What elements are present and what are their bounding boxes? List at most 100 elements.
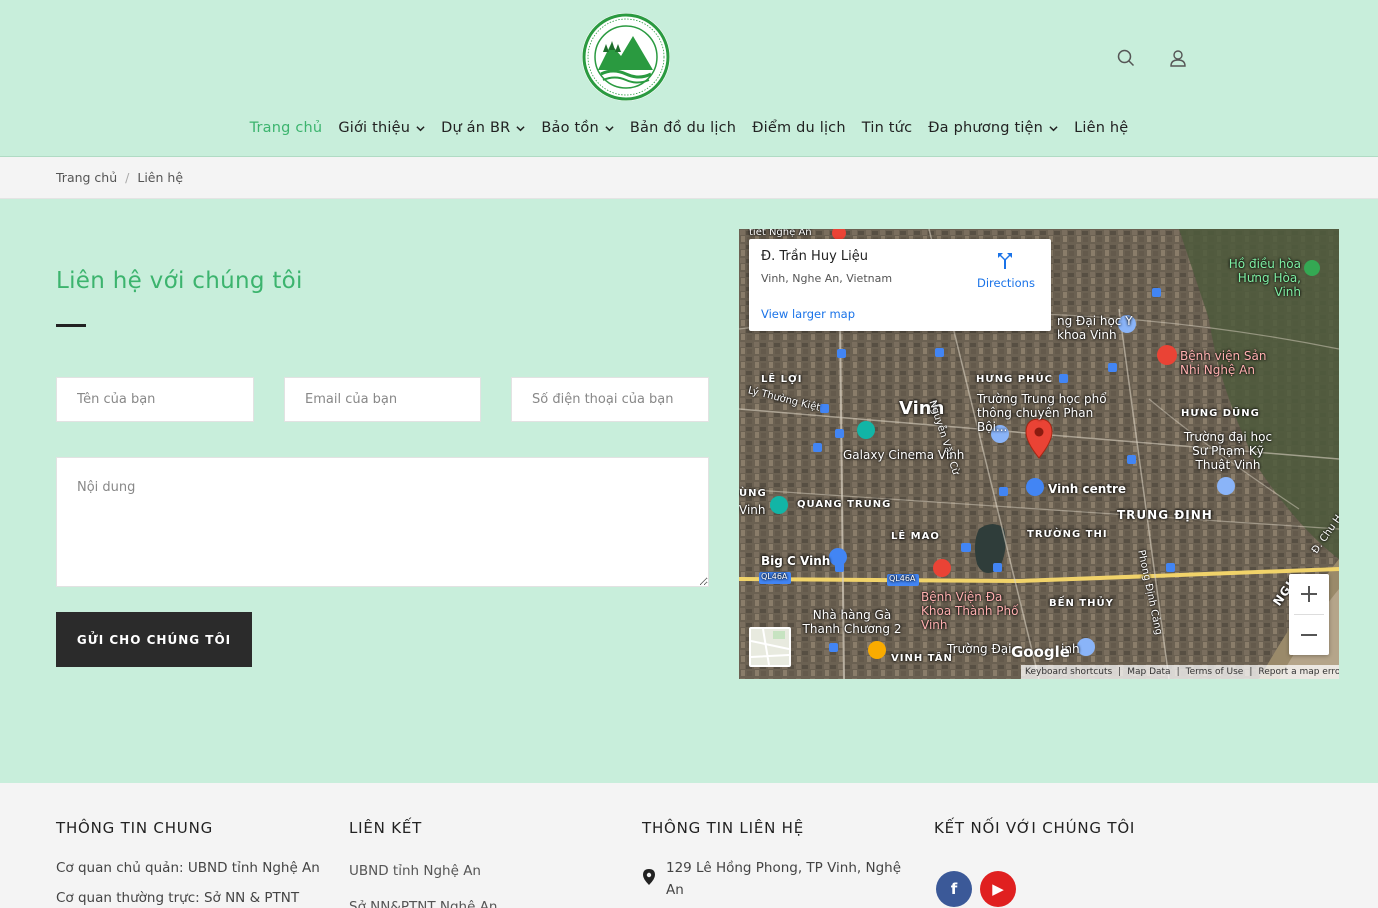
nav-item-label: Dự án BR	[441, 120, 511, 136]
youtube-icon[interactable]: ▶	[980, 871, 1016, 907]
map-attribution-bar: Keyboard shortcuts | Map Data | Terms of Use…	[1021, 665, 1339, 679]
footer-governing-body: Cơ quan chủ quản: UBND tỉnh Nghệ An	[56, 860, 320, 876]
zoom-in-button[interactable]	[1289, 574, 1329, 614]
footer-link-ubnd[interactable]: UBND tỉnh Nghệ An	[349, 863, 481, 879]
directions-icon[interactable]	[995, 251, 1015, 271]
nav-item-label: Trang chủ	[249, 120, 323, 136]
map-label-le-mao: LÊ MAO	[891, 531, 940, 542]
map-label-ql46a-left: QL46A	[761, 572, 788, 581]
chevron-down-icon	[1049, 125, 1058, 131]
nav-item-7[interactable]: Đa phương tiện	[920, 112, 1066, 144]
map-label-vinh-left: Vinh	[739, 503, 766, 517]
nav-item-0[interactable]: Trang chủ	[242, 112, 331, 144]
map-label-bv-san-nhi: Bệnh viện Sản Nhi Nghệ An	[1180, 349, 1267, 377]
nav-item-4[interactable]: Bản đồ du lịch	[622, 112, 744, 144]
account-button[interactable]	[1156, 36, 1200, 80]
nav-item-label: Liên hệ	[1074, 120, 1129, 136]
nav-item-label: Giới thiệu	[338, 120, 411, 136]
map-label-nha-hang: Nhà hàng Gà Thanh Chương 2	[802, 608, 902, 636]
submit-button[interactable]: GỬI CHO CHÚNG TÔI	[56, 612, 252, 667]
attribution-separator: |	[1176, 667, 1180, 677]
breadcrumb: Trang chủ / Liên hệ	[56, 170, 183, 185]
nav-item-label: Bảo tồn	[541, 120, 599, 136]
site-logo[interactable]	[581, 12, 671, 102]
footer-connect-title: KẾT NỐI VỚI CHÚNG TÔI	[934, 819, 1136, 837]
footer-contact-title: THÔNG TIN LIÊN HỆ	[642, 819, 805, 837]
nav-item-2[interactable]: Dự án BR	[433, 112, 533, 144]
nav-item-1[interactable]: Giới thiệu	[330, 112, 433, 144]
map-type-toggle[interactable]	[749, 627, 791, 667]
breadcrumb-separator: /	[125, 170, 130, 185]
message-textarea[interactable]	[56, 457, 709, 587]
map-embed[interactable]: tiết Nghệ An Hồ điều hòa Hưng Hòa, Vinh …	[739, 229, 1339, 679]
map-attribution-link[interactable]: Keyboard shortcuts	[1025, 667, 1112, 677]
header-actions	[1104, 36, 1200, 80]
map-label-hung-phuc: HƯNG PHÚC	[976, 374, 1053, 385]
google-logo: Google	[1011, 643, 1070, 661]
footer-standing-body: Cơ quan thường trực: Sở NN & PTNT	[56, 890, 300, 906]
site-header: Trang chủ Giới thiệu Dự án BR Bảo tồn Bản đồ…	[0, 0, 1378, 157]
map-label-ung: ÙNG	[739, 488, 767, 499]
map-attribution-link[interactable]: Report a map error	[1258, 667, 1339, 677]
chevron-down-icon	[605, 125, 614, 131]
map-label-top: tiết Nghệ An	[749, 229, 812, 238]
nav-item-3[interactable]: Bảo tồn	[533, 112, 621, 144]
footer-link-so-nn[interactable]: Sở NN&PTNT Nghệ An	[349, 899, 497, 908]
map-label-trung-dinh: TRUNG ĐỊNH	[1117, 508, 1213, 522]
phone-input[interactable]	[511, 377, 709, 422]
map-label-ql46a-right: QL46A	[889, 574, 916, 583]
map-label-bv-da-khoa: Bệnh Viện Đa Khoa Thành Phố Vinh	[921, 590, 1019, 632]
map-label-dh-ykhoa: ng Đại học Y khoa Vinh	[1057, 314, 1133, 342]
directions-link[interactable]: Directions	[977, 276, 1035, 290]
breadcrumb-current: Liên hệ	[137, 170, 184, 185]
map-label-quang-trung: QUANG TRUNG	[797, 499, 892, 510]
site-footer: THÔNG TIN CHUNG Cơ quan chủ quản: UBND t…	[0, 783, 1378, 908]
name-input[interactable]	[56, 377, 254, 422]
zoom-out-button[interactable]	[1289, 615, 1329, 655]
nav-item-8[interactable]: Liên hệ	[1066, 112, 1136, 144]
map-thumbnail-icon	[750, 628, 790, 666]
breadcrumb-bar: Trang chủ / Liên hệ	[0, 157, 1378, 199]
map-label-galaxy-cinema: Galaxy Cinema Vinh	[843, 448, 965, 462]
main-navigation: Trang chủ Giới thiệu Dự án BR Bảo tồn Bản đồ…	[0, 112, 1378, 144]
search-button[interactable]	[1104, 36, 1148, 80]
footer-links-title: LIÊN KẾT	[349, 819, 423, 837]
facebook-icon[interactable]: f	[936, 871, 972, 907]
nav-item-label: Bản đồ du lịch	[629, 120, 737, 136]
view-larger-map-link[interactable]: View larger map	[761, 307, 855, 321]
map-place-address: Vinh, Nghe An, Vietnam	[761, 272, 893, 285]
plus-icon	[1301, 586, 1317, 602]
nav-item-6[interactable]: Tin tức	[854, 112, 921, 144]
map-label-hung-dung: HƯNG DŨNG	[1181, 408, 1260, 419]
map-place-title: Đ. Trần Huy Liệu	[761, 249, 868, 264]
attribution-separator: |	[1249, 667, 1253, 677]
title-underline	[56, 324, 86, 327]
minus-icon	[1301, 634, 1317, 636]
location-pin-icon	[643, 869, 655, 885]
map-label-dh-spkt: Trường đại học Sư Phạm Kỹ Thuật Vinh	[1183, 430, 1273, 472]
nav-item-label: Đa phương tiện	[928, 120, 1044, 136]
footer-general-title: THÔNG TIN CHUNG	[56, 819, 214, 837]
search-icon	[1117, 49, 1135, 67]
chevron-down-icon	[516, 125, 525, 131]
nav-item-5[interactable]: Điểm du lịch	[744, 112, 854, 144]
map-attribution-link[interactable]: Map Data	[1127, 667, 1170, 677]
map-label-le-loi: LÊ LỢI	[761, 374, 803, 385]
chevron-down-icon	[416, 125, 425, 131]
breadcrumb-home[interactable]: Trang chủ	[56, 170, 117, 185]
map-label-thpt-phan-boi-chau: Trường Trung học phổ thông chuyên Phan B…	[977, 392, 1107, 434]
map-label-vinh-tan: VINH TÂN	[891, 653, 953, 664]
map-label-big-c: Big C Vinh	[761, 554, 831, 568]
nav-item-label: Điểm du lịch	[752, 120, 846, 136]
map-label-ho-dieu-hoa: Hồ điều hòa Hưng Hòa, Vinh	[1228, 257, 1301, 299]
user-icon	[1170, 50, 1186, 67]
email-input[interactable]	[284, 377, 481, 422]
footer-address-line1: 129 Lê Hồng Phong, TP Vinh, Nghệ	[666, 860, 902, 876]
map-label-vinh-centre: Vinh centre	[1048, 482, 1127, 496]
map-attribution-link[interactable]: Terms of Use	[1186, 667, 1244, 677]
map-label-truong-thi: TRƯỜNG THI	[1027, 529, 1108, 540]
map-info-card: Đ. Trần Huy Liệu Vinh, Nghe An, Vietnam …	[749, 239, 1051, 331]
attribution-separator: |	[1118, 667, 1122, 677]
zoom-controls	[1289, 574, 1329, 655]
footer-address-line2: An	[666, 882, 684, 898]
